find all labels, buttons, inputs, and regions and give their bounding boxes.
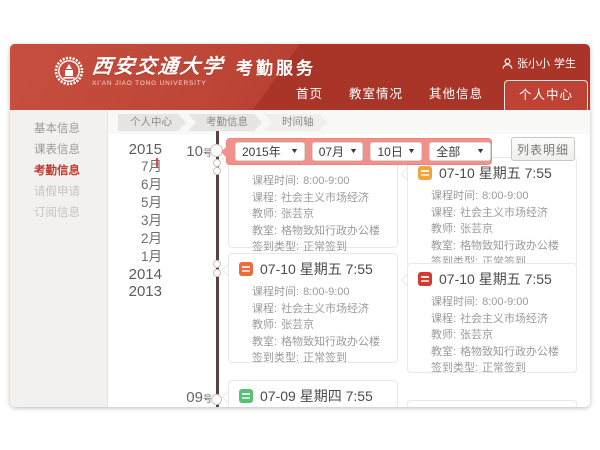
timeline-node [213, 167, 221, 175]
header: 西安交通大学 XI'AN JIAO TONG UNIVERSITY 考勤服务 张… [10, 44, 590, 110]
caret-down-icon: ▼ [476, 148, 485, 155]
user-info[interactable]: 张小小 学生 [502, 55, 576, 71]
university-logo [54, 56, 84, 86]
card-title: 07-09 星期四 7:55 [260, 386, 373, 406]
sidebar-item-leave-request[interactable]: 请假申请 [10, 182, 107, 203]
breadcrumb: 个人中心 考勤信息 时间轴 [118, 114, 330, 131]
attendance-card: 07-10 星期五 7:55 课程时间:8:00-9:00 课程:社会主义市场经… [228, 253, 398, 363]
card-title: 07-10 星期五 7:55 [260, 259, 373, 279]
rail-year-2014[interactable]: 2014 [98, 266, 162, 283]
sidebar-item-subscription-info[interactable]: 订阅信息 [10, 203, 107, 224]
attendance-card: 07-09 星期四 7:55 [228, 380, 398, 407]
date-filter-bar: 2015年▼ 07月▼ 10日▼ 全部▼ [226, 138, 492, 165]
timeline-rail: 2015 7月 6月 5月 3月 2月 1月 2014 2013 [98, 141, 162, 300]
card-title: 07-10 星期五 7:55 [439, 163, 552, 183]
nav-home[interactable]: 首页 [283, 80, 336, 110]
brand: 西安交通大学 XI'AN JIAO TONG UNIVERSITY 考勤服务 [54, 54, 316, 87]
day-label-09: 09号 [176, 389, 212, 407]
rail-month-jun[interactable]: 6月 [98, 176, 162, 194]
top-nav: 首页 教室情况 其他信息 个人中心 [283, 80, 588, 110]
rail-year-2013[interactable]: 2013 [98, 283, 162, 300]
year-select[interactable]: 2015年▼ [235, 142, 305, 161]
attendance-card: 07-10 星期五 7:55 课程时间:8:00-9:00 课程:社会主义市场经… [407, 157, 577, 267]
current-month-tick [156, 158, 158, 167]
person-icon [502, 58, 513, 69]
sidebar: 基本信息 课表信息 考勤信息 请假申请 订阅信息 [10, 110, 108, 407]
rail-month-jan[interactable]: 1月 [98, 248, 162, 266]
sidebar-item-schedule-info[interactable]: 课表信息 [10, 140, 107, 161]
rail-month-mar[interactable]: 3月 [98, 212, 162, 230]
user-role: 学生 [554, 55, 576, 71]
list-detail-button[interactable]: 列表明细 [511, 137, 575, 161]
status-icon-normal [239, 262, 253, 276]
day-label-10: 10号 [176, 143, 212, 161]
rail-month-jul[interactable]: 7月 [98, 158, 162, 176]
type-select[interactable]: 全部▼ [429, 142, 491, 161]
university-name-cn: 西安交通大学 [91, 55, 226, 79]
status-icon-ontime [239, 389, 253, 403]
sidebar-item-attendance-info[interactable]: 考勤信息 [10, 161, 107, 182]
app-window: 西安交通大学 XI'AN JIAO TONG UNIVERSITY 考勤服务 张… [10, 44, 590, 407]
rail-month-feb[interactable]: 2月 [98, 230, 162, 248]
nav-personal-center-active-tab[interactable]: 个人中心 [504, 80, 588, 110]
attendance-card: 07-10 星期五 7:55 课程时间:8:00-9:00 课程:社会主义市场经… [407, 263, 577, 373]
caret-down-icon: ▼ [290, 148, 299, 155]
rail-month-may[interactable]: 5月 [98, 194, 162, 212]
month-select[interactable]: 07月▼ [312, 142, 364, 161]
breadcrumb-timeline[interactable]: 时间轴 [264, 114, 328, 131]
sidebar-item-basic-info[interactable]: 基本信息 [10, 119, 107, 140]
attendance-card-partial [407, 400, 577, 407]
status-icon-absent [418, 272, 432, 286]
breadcrumb-attendance-info[interactable]: 考勤信息 [188, 114, 262, 131]
user-name: 张小小 [517, 55, 550, 71]
breadcrumb-personal-center[interactable]: 个人中心 [118, 114, 186, 131]
status-icon-normal [418, 166, 432, 180]
rail-year-2015[interactable]: 2015 [98, 141, 162, 158]
card-title: 07-10 星期五 7:55 [439, 269, 552, 289]
nav-other-info[interactable]: 其他信息 [416, 80, 496, 110]
day-select[interactable]: 10日▼ [370, 142, 422, 161]
nav-classrooms[interactable]: 教室情况 [336, 80, 416, 110]
caret-down-icon: ▼ [348, 148, 357, 155]
caret-down-icon: ▼ [407, 148, 416, 155]
university-name-en: XI'AN JIAO TONG UNIVERSITY [92, 80, 224, 87]
